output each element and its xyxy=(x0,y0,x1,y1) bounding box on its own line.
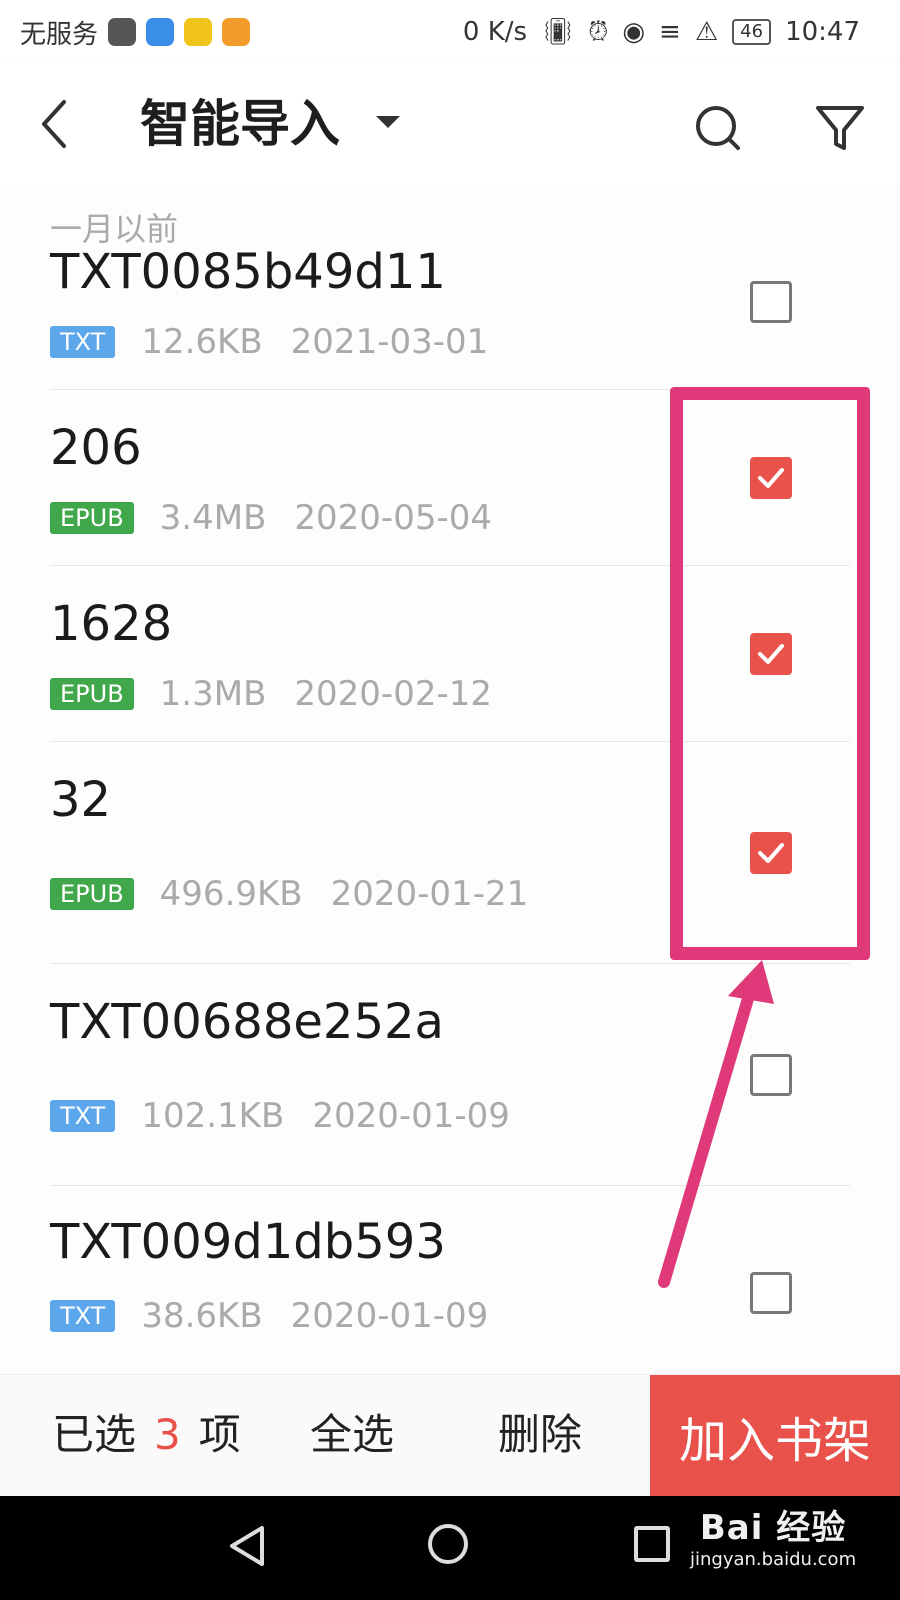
watermark-url: jingyan.baidu.com xyxy=(690,1549,857,1570)
alarm-icon: ⏰︎ xyxy=(588,16,609,47)
filter-icon[interactable] xyxy=(812,100,868,156)
status-bar: 无服务 0 K/s 📳︎ ⏰︎ ◉ ≡ ⚠︎ 46 10:47 xyxy=(0,0,900,64)
file-name: 1628 xyxy=(50,596,173,652)
add-to-shelf-button[interactable]: 加入书架 xyxy=(650,1375,900,1497)
baidu-watermark: Bai 经验 jingyan.baidu.com xyxy=(690,1500,856,1570)
file-type-badge: EPUB xyxy=(50,878,134,910)
list-item[interactable]: TXT0085b49d11 TXT 12.6KB 2021-03-01 xyxy=(0,234,900,390)
file-date: 2020-01-09 xyxy=(312,1096,510,1136)
clock: 10:47 xyxy=(785,17,860,47)
list-item[interactable]: TXT009d1db593 TXT 38.6KB 2020-01-09 xyxy=(0,1186,900,1374)
page-title[interactable]: 智能导入 xyxy=(140,88,340,160)
file-name: TXT00688e252a xyxy=(50,994,444,1050)
file-date: 2021-03-01 xyxy=(290,322,489,362)
file-size: 38.6KB xyxy=(141,1296,263,1336)
file-size: 12.6KB xyxy=(141,322,263,362)
file-size: 1.3MB xyxy=(159,674,267,714)
back-arrow-icon[interactable] xyxy=(30,94,90,154)
file-meta: EPUB 1.3MB 2020-02-12 xyxy=(50,674,492,714)
file-size: 102.1KB xyxy=(141,1096,285,1136)
carrier-text: 无服务 xyxy=(20,19,99,50)
file-type-badge: EPUB xyxy=(50,502,134,534)
header-bar: 智能导入 xyxy=(0,64,900,184)
selected-suffix: 项 xyxy=(198,1410,241,1459)
file-date: 2020-05-04 xyxy=(294,498,492,538)
file-meta: TXT 12.6KB 2021-03-01 xyxy=(50,322,488,362)
file-name: TXT009d1db593 xyxy=(50,1214,446,1270)
nav-back-icon[interactable] xyxy=(226,1524,270,1568)
search-icon[interactable] xyxy=(690,100,746,156)
status-left: 无服务 xyxy=(20,12,251,52)
annotation-highlight-box xyxy=(670,387,870,960)
shield-app-icon xyxy=(146,18,175,46)
file-date: 2020-02-12 xyxy=(294,674,492,714)
wifi-icon: ≡ xyxy=(659,17,681,47)
nav-home-icon[interactable] xyxy=(428,1524,468,1564)
sim-alert-icon: ⚠︎ xyxy=(694,17,719,47)
file-type-badge: TXT xyxy=(50,326,116,358)
selected-count: 3 xyxy=(154,1410,181,1459)
row-checkbox[interactable] xyxy=(750,1272,792,1314)
row-checkbox[interactable] xyxy=(750,281,792,323)
file-meta: EPUB 3.4MB 2020-05-04 xyxy=(50,498,492,538)
file-meta: TXT 102.1KB 2020-01-09 xyxy=(50,1096,510,1136)
file-name: 32 xyxy=(50,772,112,828)
vibrate-icon: 📳︎ xyxy=(541,17,575,47)
file-type-badge: TXT xyxy=(50,1100,116,1132)
file-meta: TXT 38.6KB 2020-01-09 xyxy=(50,1296,488,1336)
list-item[interactable]: TXT00688e252a TXT 102.1KB 2020-01-09 xyxy=(0,964,900,1186)
weibo-app-icon xyxy=(184,18,213,46)
battery-icon: 46 xyxy=(732,19,772,45)
nav-recent-icon[interactable] xyxy=(634,1526,670,1562)
file-name: TXT0085b49d11 xyxy=(50,244,446,300)
net-speed: 0 K/s xyxy=(462,17,528,47)
robot-app-icon xyxy=(108,18,137,46)
status-right: 0 K/s 📳︎ ⏰︎ ◉ ≡ ⚠︎ 46 10:47 xyxy=(463,12,860,52)
file-type-badge: EPUB xyxy=(50,678,134,710)
file-type-badge: TXT xyxy=(50,1300,116,1332)
delete-button[interactable]: 删除 xyxy=(498,1401,582,1462)
file-size: 496.9KB xyxy=(159,874,303,914)
watermark-logo-text: Bai 经验 xyxy=(699,1508,847,1548)
file-size: 3.4MB xyxy=(159,498,267,538)
bottom-action-bar: 已选 3 项 全选 删除 加入书架 xyxy=(0,1374,900,1497)
dropdown-caret-icon[interactable] xyxy=(376,116,400,128)
file-name: 206 xyxy=(50,420,142,476)
eye-icon: ◉ xyxy=(622,17,646,47)
video-app-icon xyxy=(222,18,251,46)
file-date: 2020-01-09 xyxy=(290,1296,489,1336)
selected-count-label: 已选 3 项 xyxy=(52,1401,241,1462)
selected-prefix: 已选 xyxy=(52,1410,137,1459)
row-checkbox[interactable] xyxy=(750,1054,792,1096)
file-meta: EPUB 496.9KB 2020-01-21 xyxy=(50,874,528,914)
file-date: 2020-01-21 xyxy=(330,874,529,914)
select-all-button[interactable]: 全选 xyxy=(310,1401,394,1462)
